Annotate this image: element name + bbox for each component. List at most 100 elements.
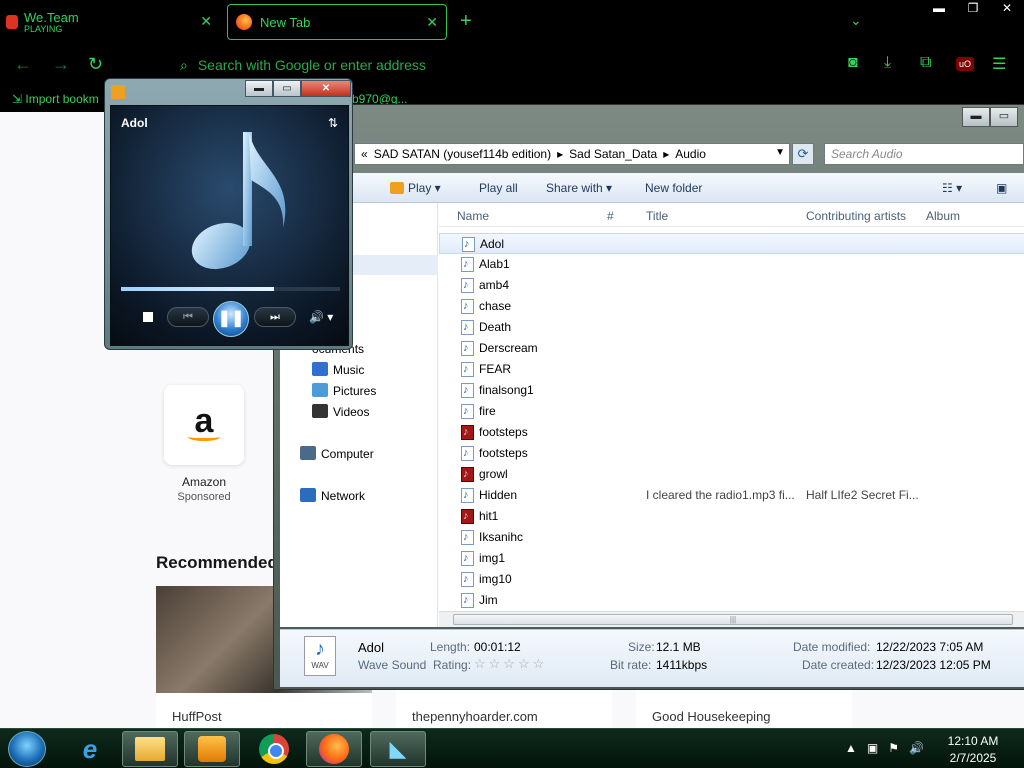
network-icon (300, 488, 316, 502)
address-dropdown-icon[interactable]: ▼ (775, 147, 785, 158)
preview-pane-icon[interactable]: ▣ (996, 181, 1007, 195)
tab-we-team[interactable]: We.Team PLAYING ✕ (6, 4, 220, 40)
audio-file-icon (461, 527, 474, 548)
column-name[interactable]: Name (457, 209, 489, 223)
switch-to-library-icon[interactable]: ⇅ (328, 116, 338, 130)
explorer-search-input[interactable]: Search Audio (824, 143, 1024, 165)
close-tab-icon[interactable]: ✕ (426, 14, 438, 31)
file-row[interactable]: img10 (439, 569, 1024, 590)
taskbar-dolphin[interactable]: ◣ (370, 731, 426, 767)
column-title[interactable]: Title (646, 209, 668, 223)
nav-item[interactable]: Network (280, 486, 438, 506)
column-number[interactable]: # (607, 209, 614, 223)
rating-stars[interactable]: ☆☆☆☆☆ (474, 656, 547, 672)
file-row[interactable]: fire (439, 401, 1024, 422)
breadcrumb-separator-icon[interactable]: ▸ (663, 147, 669, 161)
stop-button[interactable] (143, 312, 153, 322)
action-center-flag-icon[interactable]: ⚑ (888, 741, 899, 755)
close-button[interactable]: ✕ (301, 80, 351, 97)
seek-bar[interactable] (121, 287, 340, 291)
close-button[interactable]: ✕ (990, 0, 1024, 18)
taskbar-chrome[interactable] (246, 731, 302, 767)
file-row[interactable]: Adol (439, 233, 1024, 255)
file-row[interactable]: finalsong1 (439, 380, 1024, 401)
file-row[interactable]: Hidden I cleared the radio1.mp3 fi... Half… (439, 485, 1024, 506)
tab-new-tab[interactable]: New Tab ✕ (227, 4, 447, 40)
file-row[interactable]: chase (439, 296, 1024, 317)
file-row[interactable]: Derscream (439, 338, 1024, 359)
file-row[interactable]: growl (439, 464, 1024, 485)
minimize-button[interactable]: ▬ (962, 107, 990, 127)
maximize-button[interactable]: ▭ (990, 107, 1018, 127)
explorer-address-bar[interactable]: « SAD SATAN (yousef114b edition) ▸ Sad S… (354, 143, 790, 165)
taskbar-media-player[interactable] (184, 731, 240, 767)
downloads-icon[interactable]: ⤓ (884, 54, 891, 72)
pause-button[interactable]: ❚❚ (213, 301, 249, 337)
breadcrumb-separator-icon[interactable]: ▸ (557, 147, 563, 161)
videos-icon (312, 404, 328, 418)
breadcrumb-item[interactable]: SAD SATAN (yousef114b edition) (374, 147, 551, 161)
column-contributing-artists[interactable]: Contributing artists (806, 209, 906, 223)
refresh-button[interactable]: ⟳ (792, 143, 814, 165)
file-row[interactable]: Alab1 (439, 254, 1024, 275)
import-bookmarks-link[interactable]: ⇲ Import bookm (12, 92, 99, 106)
play-all-button[interactable]: Play all (479, 181, 518, 195)
file-row[interactable]: hit1 (439, 506, 1024, 527)
nav-item[interactable]: Videos (280, 402, 438, 422)
reload-icon[interactable]: ↻ (88, 54, 103, 75)
ublock-icon[interactable]: uO (956, 54, 975, 72)
file-row[interactable]: footsteps (439, 422, 1024, 443)
pocket-icon[interactable]: ◙ (848, 54, 858, 72)
amazon-shortcut[interactable]: a (164, 385, 244, 465)
horizontal-scrollbar[interactable]: ||| (439, 611, 1024, 627)
network-icon[interactable]: ▣ (867, 741, 878, 755)
show-hidden-icons-icon[interactable]: ▲ (845, 741, 857, 755)
play-button[interactable]: Play ▾ (390, 181, 441, 195)
file-row[interactable]: img1 (439, 548, 1024, 569)
close-tab-icon[interactable]: ✕ (200, 13, 212, 30)
volume-icon[interactable]: 🔊 ▾ (309, 310, 333, 324)
audio-file-icon (461, 401, 474, 422)
minimize-button[interactable]: ▬ (245, 80, 273, 97)
file-row[interactable]: amb4 (439, 275, 1024, 296)
column-album[interactable]: Album (926, 209, 960, 223)
command-bar: Play ▾ Play all Share with ▾ New folder … (280, 173, 1024, 203)
taskbar-internet-explorer[interactable]: e (62, 731, 118, 767)
clock-time: 12:10 AM (947, 734, 999, 748)
new-folder-button[interactable]: New folder (645, 181, 702, 195)
audio-file-icon (461, 296, 474, 317)
extensions-icon[interactable]: ⧉ (920, 54, 931, 72)
taskbar-file-explorer[interactable] (122, 731, 178, 767)
clock[interactable]: 12:10 AM 2/7/2025 (940, 733, 1006, 767)
breadcrumb-item[interactable]: Sad Satan_Data (569, 147, 657, 161)
taskbar-firefox[interactable] (306, 731, 362, 767)
views-icon[interactable]: ☷ ▾ (942, 181, 962, 195)
forward-arrow-icon[interactable]: → (52, 54, 70, 75)
restore-button[interactable]: ❐ (956, 0, 990, 18)
audio-file-icon (461, 422, 474, 443)
menu-icon[interactable]: ☰ (992, 54, 1006, 74)
breadcrumb-item[interactable]: Audio (675, 147, 706, 161)
back-arrow-icon[interactable]: ← (14, 54, 32, 75)
file-row[interactable]: footsteps (439, 443, 1024, 464)
maximize-button[interactable]: ▭ (273, 80, 301, 97)
nav-item[interactable]: Music (280, 360, 438, 380)
nav-item[interactable]: Computer (280, 444, 438, 464)
address-bar[interactable]: ⌕ Search with Google or enter address (180, 52, 820, 78)
start-button[interactable] (8, 731, 46, 767)
breadcrumb-overflow[interactable]: « (361, 147, 368, 161)
next-button[interactable]: ⏭ (254, 307, 296, 327)
volume-icon[interactable]: 🔊 (909, 741, 924, 755)
player-titlebar[interactable]: ▬ ▭ ✕ (105, 79, 354, 103)
new-tab-button[interactable]: + (460, 10, 472, 33)
scrollbar-thumb[interactable]: ||| (453, 614, 1013, 625)
minimize-button[interactable]: ▬ (922, 0, 956, 18)
previous-button[interactable]: ⏮ (167, 307, 209, 327)
file-row[interactable]: FEAR (439, 359, 1024, 380)
share-with-button[interactable]: Share with ▾ (546, 181, 612, 195)
file-row[interactable]: Jim (439, 590, 1024, 611)
list-tabs-chevron-icon[interactable]: ⌄ (850, 12, 862, 29)
nav-item[interactable]: Pictures (280, 381, 438, 401)
file-row[interactable]: Death (439, 317, 1024, 338)
file-row[interactable]: Iksanihc (439, 527, 1024, 548)
